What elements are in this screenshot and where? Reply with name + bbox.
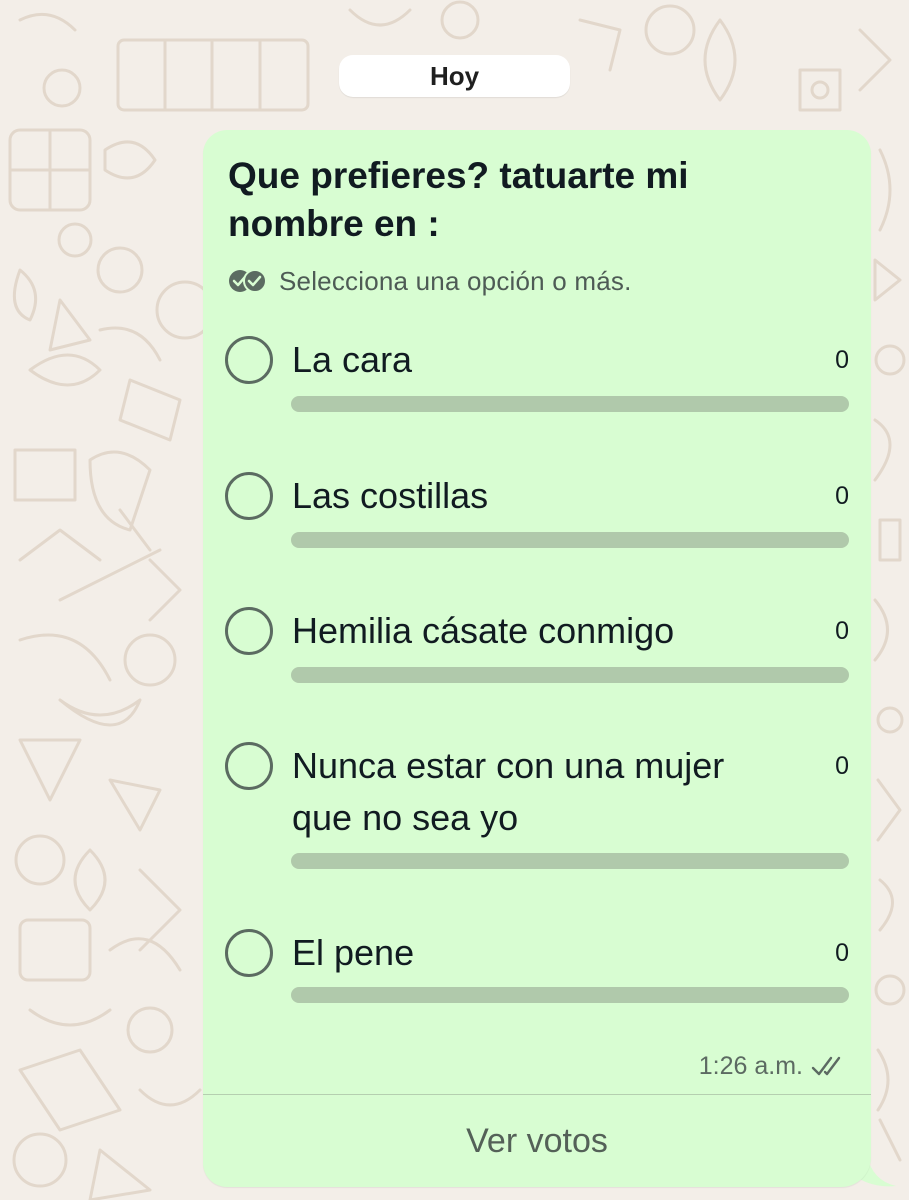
option-vote-bar <box>291 532 849 548</box>
option-radio[interactable] <box>225 929 273 977</box>
multi-check-icon <box>229 269 267 293</box>
message-meta: 1:26 a.m. <box>699 1050 847 1082</box>
option-vote-bar <box>291 396 849 412</box>
option-vote-count: 0 <box>835 939 849 967</box>
message-time: 1:26 a.m. <box>698 1051 803 1080</box>
option-label: Hemilia cásate conmigo <box>292 610 675 651</box>
poll-question: Que prefieres? tatuarte mi nombre en : <box>228 155 689 244</box>
view-votes-button[interactable]: Ver votos <box>203 1095 871 1187</box>
date-divider-label: Hoy <box>429 60 480 91</box>
option-radio[interactable] <box>225 336 273 384</box>
poll-hint-row: Selecciona una opción o más. <box>227 263 632 299</box>
option-label: Las costillas <box>292 475 489 516</box>
option-label: Nunca estar con una mujer que no sea yo <box>292 745 725 838</box>
poll-option[interactable]: Nunca estar con una mujer que no sea yo … <box>203 736 871 886</box>
option-vote-count: 0 <box>835 752 849 780</box>
option-label: El pene <box>292 932 415 973</box>
poll-message-bubble: Que prefieres? tatuarte mi nombre en : S… <box>203 130 871 1187</box>
date-divider-chip: Hoy <box>339 55 570 97</box>
option-radio[interactable] <box>225 472 273 520</box>
option-radio[interactable] <box>225 742 273 790</box>
poll-option[interactable]: Las costillas 0 <box>203 466 871 566</box>
option-vote-bar <box>291 853 849 869</box>
poll-option[interactable]: Hemilia cásate conmigo 0 <box>203 601 871 701</box>
option-radio[interactable] <box>225 607 273 655</box>
option-vote-count: 0 <box>835 482 849 510</box>
poll-option[interactable]: La cara 0 <box>203 330 871 430</box>
option-label: La cara <box>292 339 413 380</box>
option-vote-count: 0 <box>835 617 849 645</box>
option-vote-bar <box>291 667 849 683</box>
option-vote-bar <box>291 987 849 1003</box>
poll-option[interactable]: El pene 0 <box>203 923 871 1023</box>
option-vote-count: 0 <box>835 346 849 374</box>
double-check-icon <box>811 1056 841 1076</box>
poll-hint-text: Selecciona una opción o más. <box>279 265 632 296</box>
